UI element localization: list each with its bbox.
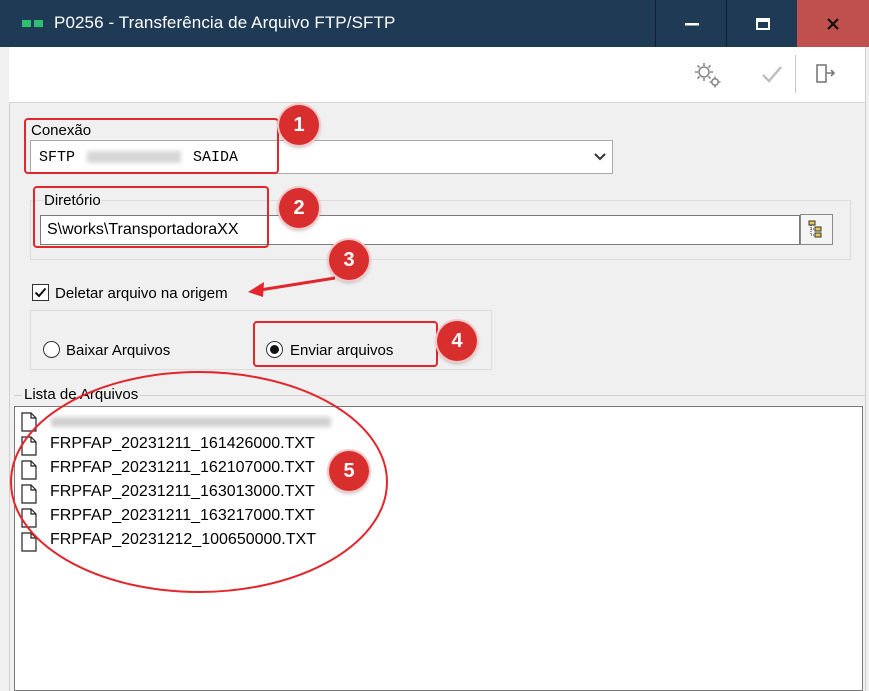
file-icon <box>21 436 37 456</box>
annotation-badge-5: 5 <box>329 451 369 491</box>
delete-origin-label[interactable]: Deletar arquivo na origem <box>55 285 228 302</box>
file-list-group-line <box>14 395 865 396</box>
file-name: FRPFAP_20231211_163217000.TXT <box>50 507 315 524</box>
arrow-head-icon <box>248 282 264 297</box>
chevron-down-icon <box>594 153 606 161</box>
exit-door-icon[interactable] <box>807 57 841 91</box>
file-icon <box>21 508 37 528</box>
checkmark-icon[interactable] <box>755 57 789 91</box>
close-icon <box>827 17 839 30</box>
file-icon <box>21 460 37 480</box>
annotation-badge-1: 1 <box>279 105 319 145</box>
file-name: FRPFAP_20231211_161426000.TXT <box>50 435 315 452</box>
list-item[interactable]: FRPFAP_20231211_163217000.TXT <box>21 506 421 530</box>
redacted-text <box>51 417 331 427</box>
toolbar-separator <box>795 55 796 93</box>
delete-origin-checkbox[interactable] <box>32 284 49 301</box>
minimize-icon <box>684 22 699 25</box>
highlight-box-upload <box>253 321 438 367</box>
arrow-line <box>259 276 336 292</box>
file-list[interactable]: FRPFAP_20231211_161426000.TXT FRPFAP_202… <box>14 406 863 691</box>
list-item[interactable] <box>21 410 421 434</box>
check-icon <box>34 287 47 298</box>
highlight-box-diretorio <box>33 186 269 248</box>
file-icon <box>21 532 37 552</box>
window-title: P0256 - Transferência de Arquivo FTP/SFT… <box>54 13 396 32</box>
file-icon <box>21 484 37 504</box>
annotation-badge-2: 2 <box>279 188 319 228</box>
annotation-badge-3: 3 <box>329 240 369 280</box>
close-button[interactable] <box>797 0 869 47</box>
gears-icon[interactable] <box>691 57 725 91</box>
maximize-button[interactable] <box>726 0 798 47</box>
download-label[interactable]: Baixar Arquivos <box>66 342 170 359</box>
annotation-badge-4: 4 <box>437 321 477 361</box>
title-bar: P0256 - Transferência de Arquivo FTP/SFT… <box>0 0 869 47</box>
browse-folder-button[interactable] <box>800 214 833 245</box>
window-frame-right <box>865 47 869 691</box>
file-name: FRPFAP_20231211_163013000.TXT <box>50 483 315 500</box>
file-name: FRPFAP_20231212_100650000.TXT <box>50 531 316 548</box>
toolbar <box>9 47 865 103</box>
folder-tree-icon <box>808 220 822 238</box>
maximize-icon <box>755 17 770 30</box>
file-list-label: Lista de Arquivos <box>22 386 141 403</box>
list-item[interactable]: FRPFAP_20231212_100650000.TXT <box>21 530 421 554</box>
file-icon <box>21 412 37 432</box>
window-frame-left <box>0 47 10 691</box>
app-icon <box>22 20 44 27</box>
minimize-button[interactable] <box>655 0 727 47</box>
download-radio[interactable] <box>43 341 60 358</box>
file-name: FRPFAP_20231211_162107000.TXT <box>50 459 315 476</box>
highlight-box-conexao <box>24 118 279 174</box>
